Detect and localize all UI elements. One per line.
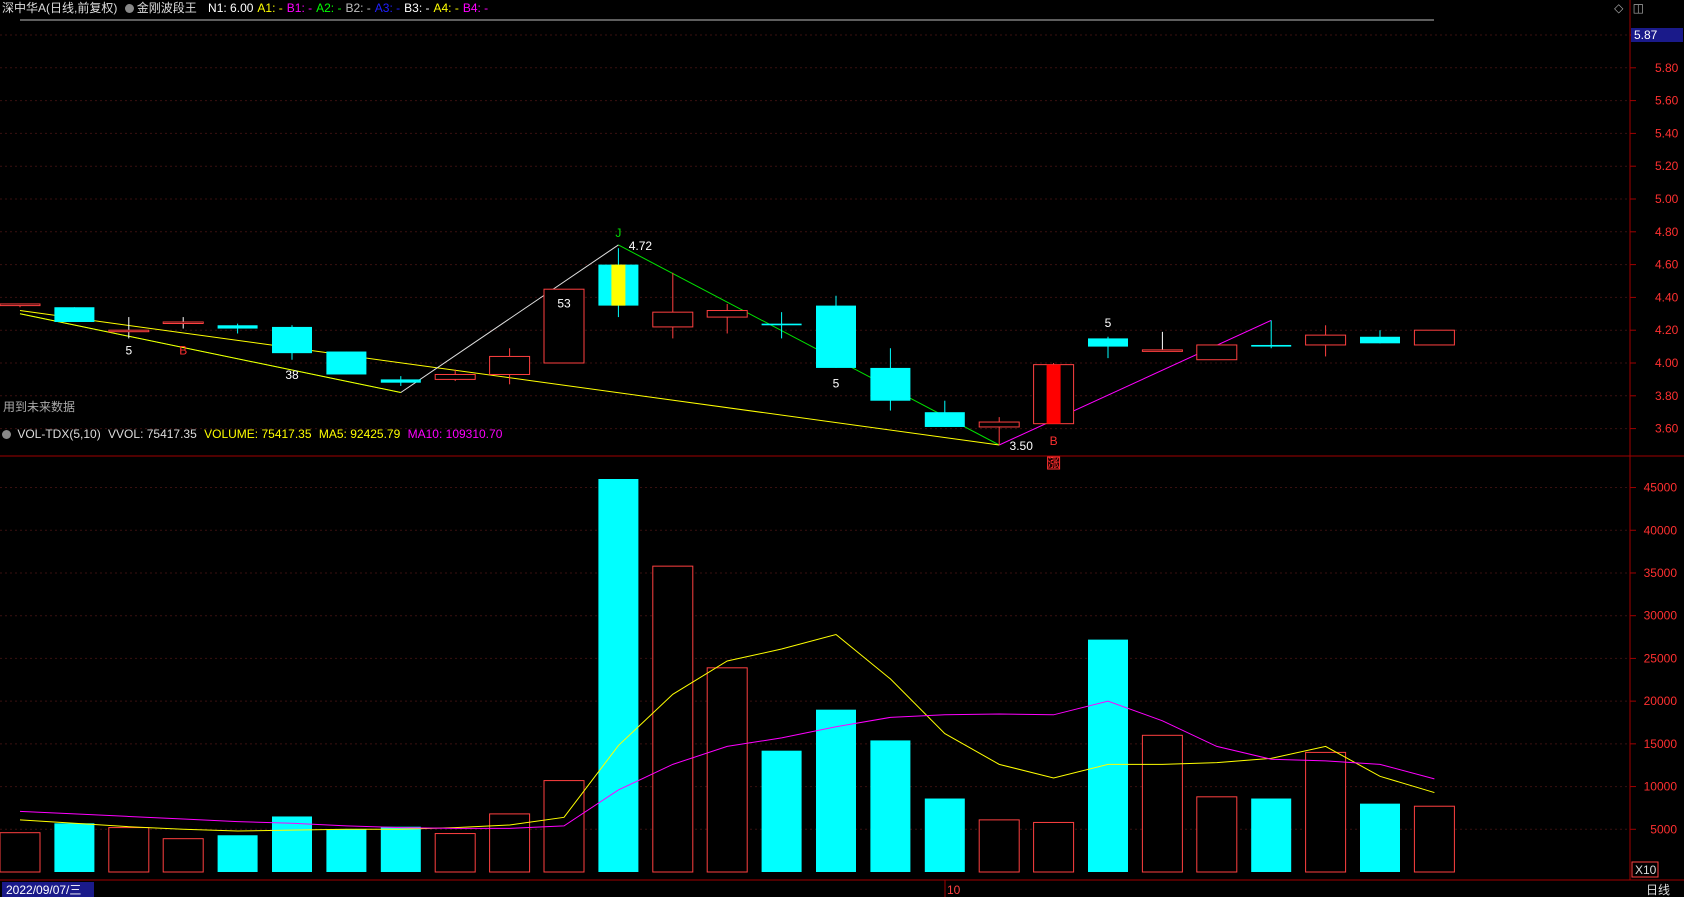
buy-signal-label: B <box>1050 434 1058 448</box>
candle-body <box>217 325 258 329</box>
volume-bar <box>434 833 476 873</box>
volume-bar <box>217 835 258 872</box>
candle-body <box>1413 329 1455 346</box>
volume-bar <box>1033 821 1075 873</box>
volume-bar <box>870 740 911 872</box>
wave-count-label: 5 <box>125 344 132 358</box>
volume-bar <box>1088 639 1128 872</box>
volume-tick-label: 10000 <box>1644 780 1678 794</box>
high-price-label: 4.72 <box>629 239 653 253</box>
candle-body <box>924 412 965 427</box>
volume-bar <box>1360 803 1400 872</box>
candle-body <box>162 321 204 324</box>
volume-bar <box>761 750 802 872</box>
volume-bars <box>0 479 1455 873</box>
volume-bar <box>1196 796 1238 873</box>
price-tick-label: 5.20 <box>1655 159 1679 173</box>
candle-body <box>489 355 531 375</box>
candle-body <box>0 303 41 307</box>
volume-tick-label: 5000 <box>1650 822 1677 836</box>
candle-body <box>1088 338 1128 347</box>
volume-axis: 45000 40000 35000 30000 25000 20000 15000 10000… <box>1630 481 1678 836</box>
price-tick-label: 4.60 <box>1655 258 1679 272</box>
candle-body <box>978 421 1020 428</box>
month-label: 10 <box>947 883 961 897</box>
peak-mark-label: J <box>615 226 621 240</box>
volume-bar <box>598 479 639 872</box>
chart-canvas[interactable]: 5B38535B54.723.50J涨 6.005.805.605.405.20… <box>0 0 1684 897</box>
candle-body <box>108 329 150 333</box>
candle-body <box>1360 336 1400 344</box>
period-label[interactable]: 日线 <box>1646 883 1670 897</box>
candle-body <box>54 307 95 322</box>
wave-count-label: 53 <box>557 296 571 310</box>
price-tick-label: 5.40 <box>1655 126 1679 140</box>
candle-highlight <box>611 264 626 306</box>
volume-bar <box>816 709 856 872</box>
wave-count-label: 38 <box>285 368 299 382</box>
price-tick-label: 5.80 <box>1655 61 1679 75</box>
candle-body <box>816 305 856 368</box>
price-tick-label: 3.60 <box>1655 422 1679 436</box>
rise-badge-label: 涨 <box>1048 455 1060 470</box>
volume-tick-label: 20000 <box>1644 694 1678 708</box>
candle-body <box>652 311 694 328</box>
price-tick-label: 5.60 <box>1655 94 1679 108</box>
candle-body <box>761 323 802 326</box>
candle-body <box>1141 349 1183 352</box>
price-tick-label: 4.00 <box>1655 356 1679 370</box>
candle-body <box>1305 334 1347 346</box>
volume-tick-label: 25000 <box>1644 651 1678 665</box>
candle-body <box>706 310 748 318</box>
date-cursor-label: 2022/09/07/三 <box>6 883 81 897</box>
volume-bar <box>978 819 1020 873</box>
candle-body <box>326 351 367 375</box>
volume-bar <box>326 829 367 872</box>
volume-bar <box>1305 751 1347 873</box>
buy-signal-label: B <box>179 344 187 358</box>
volume-tick-label: 30000 <box>1644 609 1678 623</box>
volume-tick-label: 45000 <box>1644 481 1678 495</box>
candle-body <box>272 326 312 354</box>
candle-body <box>434 373 476 380</box>
volume-bar <box>706 667 748 873</box>
volume-unit-label: X10 <box>1635 863 1657 877</box>
volume-bar <box>108 827 150 873</box>
candle-highlight <box>1046 364 1061 424</box>
price-tick-label: 5.00 <box>1655 192 1679 206</box>
volume-bar <box>162 838 204 873</box>
volume-bar <box>272 816 312 872</box>
price-tick-label: 3.80 <box>1655 389 1679 403</box>
price-axis: 6.005.805.605.405.205.004.804.604.404.20… <box>1630 28 1679 436</box>
volume-bar <box>0 832 41 873</box>
volume-bar <box>1413 805 1455 873</box>
volume-bar <box>380 826 421 872</box>
volume-bar <box>1141 734 1183 873</box>
volume-bar <box>1251 798 1292 872</box>
price-tick-label: 4.80 <box>1655 225 1679 239</box>
candle-body <box>1251 344 1292 347</box>
price-tick-label: 4.40 <box>1655 290 1679 304</box>
wave-count-label: 5 <box>833 376 840 390</box>
volume-tick-label: 15000 <box>1644 737 1678 751</box>
price-tick-label: 4.20 <box>1655 323 1679 337</box>
wave-lines <box>19 244 1272 446</box>
low-price-label: 3.50 <box>1010 439 1034 453</box>
volume-bar <box>652 565 694 873</box>
wave-count-label: 5 <box>1105 316 1112 330</box>
current-price-label: 5.87 <box>1634 28 1658 42</box>
volume-tick-label: 40000 <box>1644 523 1678 537</box>
candlestick-series <box>0 248 1455 445</box>
candle-body <box>380 379 421 383</box>
volume-tick-label: 35000 <box>1644 566 1678 580</box>
volume-bar <box>54 823 95 872</box>
volume-bar <box>924 798 965 872</box>
price-gridlines <box>0 34 1630 430</box>
candle-body <box>870 367 911 401</box>
candle-body <box>1196 344 1238 361</box>
